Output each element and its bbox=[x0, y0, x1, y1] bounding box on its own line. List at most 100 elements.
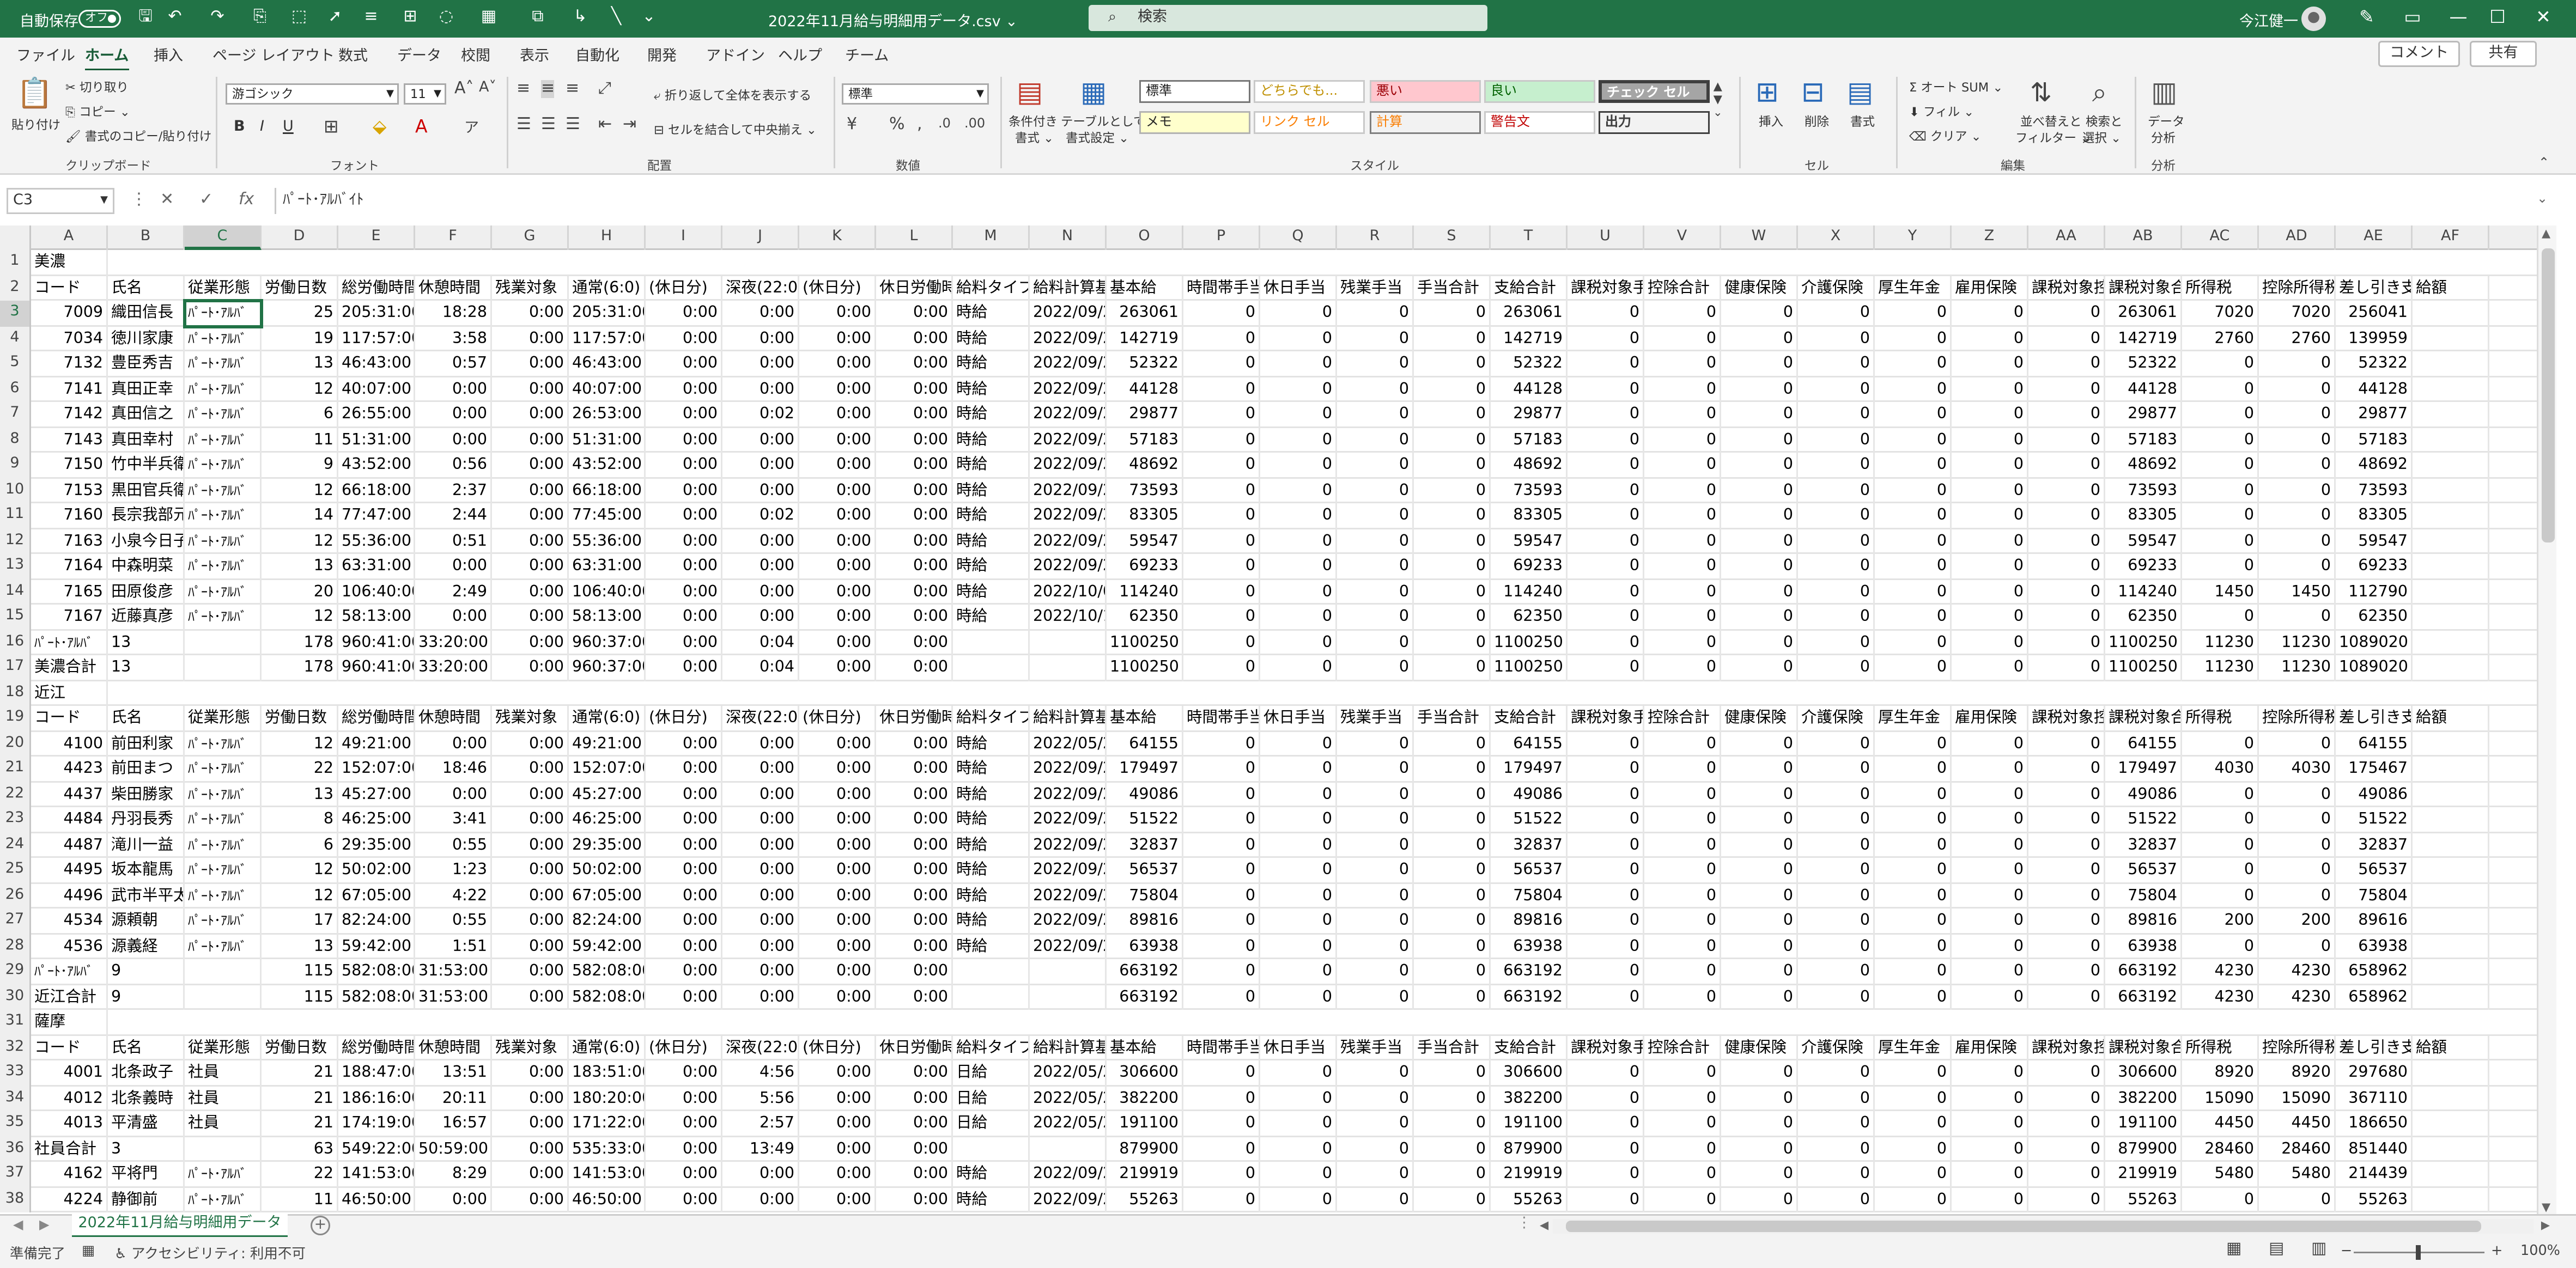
cell[interactable]: 56537 bbox=[2336, 858, 2413, 883]
cell[interactable]: 5:56 bbox=[722, 1086, 799, 1111]
analyze-data-icon[interactable]: ▥ bbox=[2151, 77, 2177, 109]
cell[interactable]: 51522 bbox=[2105, 807, 2182, 833]
cell[interactable]: 近江 bbox=[31, 680, 108, 706]
style-neutral[interactable]: どちらでも... bbox=[1254, 80, 1365, 103]
cell[interactable]: 0 bbox=[1798, 807, 1875, 833]
cell[interactable]: 労働日数 bbox=[262, 275, 338, 301]
column-header-a[interactable]: A bbox=[31, 225, 108, 250]
cell[interactable]: 0 bbox=[1337, 630, 1414, 655]
cell[interactable]: 竹中半兵衛 bbox=[108, 453, 185, 478]
cell[interactable]: 219919 bbox=[1491, 1162, 1568, 1187]
cell[interactable]: 83305 bbox=[1107, 503, 1183, 529]
select-icon[interactable]: ⬚ bbox=[288, 7, 311, 29]
cell[interactable]: 0 bbox=[1414, 1136, 1491, 1162]
row-header[interactable]: 23 bbox=[0, 807, 31, 833]
cell[interactable]: 支給合計 bbox=[1491, 1035, 1568, 1060]
cell[interactable]: 0 bbox=[2028, 605, 2105, 630]
style-output[interactable]: 出力 bbox=[1599, 111, 1710, 134]
cell[interactable]: 0 bbox=[1337, 909, 1414, 934]
cell[interactable]: 基本給 bbox=[1107, 706, 1183, 731]
cell[interactable]: 49086 bbox=[2105, 782, 2182, 807]
cell[interactable]: 0 bbox=[1568, 326, 1644, 351]
cell[interactable]: 0 bbox=[1721, 807, 1798, 833]
cell[interactable]: 0:56 bbox=[415, 453, 492, 478]
cell[interactable]: 0 bbox=[2028, 1162, 2105, 1187]
cell[interactable]: 0 bbox=[1952, 1187, 2028, 1212]
cell[interactable]: 0:00 bbox=[492, 605, 569, 630]
cell[interactable]: 0:00 bbox=[799, 934, 876, 959]
cell[interactable]: 0 bbox=[2182, 883, 2259, 909]
cell[interactable]: 0:00 bbox=[799, 453, 876, 478]
cell[interactable]: 4100 bbox=[31, 731, 108, 757]
cell[interactable]: 2022/05/2 bbox=[1030, 1086, 1107, 1111]
cell[interactable]: 0:00 bbox=[646, 301, 722, 326]
cell[interactable]: 武市半平太 bbox=[108, 883, 185, 909]
next-sheet-icon[interactable]: ▶ bbox=[39, 1217, 49, 1232]
cell[interactable]: 控除所得税 bbox=[2259, 1035, 2336, 1060]
cell[interactable] bbox=[2413, 1136, 2489, 1162]
cell[interactable]: 0:57 bbox=[415, 351, 492, 377]
cell[interactable]: 0 bbox=[2182, 427, 2259, 453]
cell[interactable]: 時給 bbox=[953, 909, 1030, 934]
cell[interactable]: 基本給 bbox=[1107, 1035, 1183, 1060]
cell[interactable]: 平将門 bbox=[108, 1162, 185, 1187]
cell[interactable]: 0 bbox=[1952, 453, 2028, 478]
cell[interactable]: 0 bbox=[1183, 427, 1260, 453]
cell[interactable]: 0 bbox=[1414, 655, 1491, 681]
cell[interactable]: 9 bbox=[262, 453, 338, 478]
cell[interactable]: 29:35:00 bbox=[338, 832, 415, 858]
wrap-text-button[interactable]: ⤶ 折り返して全体を表示する bbox=[654, 87, 811, 105]
autosave-toggle[interactable]: オフ bbox=[78, 10, 121, 28]
cell[interactable]: 時給 bbox=[953, 832, 1030, 858]
cell[interactable]: 7143 bbox=[31, 427, 108, 453]
cell[interactable]: 0 bbox=[1260, 478, 1337, 503]
cell[interactable]: 59547 bbox=[1491, 528, 1568, 554]
cell[interactable]: 労働日数 bbox=[262, 1035, 338, 1060]
cell[interactable]: 31:53:00 bbox=[415, 984, 492, 1010]
cell[interactable]: 0:00 bbox=[492, 832, 569, 858]
cell[interactable]: 59547 bbox=[1107, 528, 1183, 554]
cell[interactable]: 13 bbox=[262, 351, 338, 377]
horizontal-scrollbar[interactable]: ◀ ▶ bbox=[1540, 1219, 2550, 1234]
cell[interactable]: 0:00 bbox=[799, 858, 876, 883]
cell[interactable]: 0:00 bbox=[646, 326, 722, 351]
cell[interactable]: 20:11 bbox=[415, 1086, 492, 1111]
cell[interactable]: 時給 bbox=[953, 326, 1030, 351]
row-header[interactable]: 37 bbox=[0, 1162, 31, 1187]
cell[interactable]: 306600 bbox=[2105, 1060, 2182, 1086]
cell[interactable]: 近江合計 bbox=[31, 984, 108, 1010]
cell[interactable]: 11 bbox=[262, 427, 338, 453]
cell[interactable]: 0 bbox=[1875, 757, 1952, 782]
cell[interactable]: 0 bbox=[1798, 782, 1875, 807]
cell[interactable]: 960:37:00 bbox=[569, 655, 646, 681]
cell[interactable]: 0 bbox=[1337, 528, 1414, 554]
cell[interactable] bbox=[2413, 376, 2489, 402]
cell[interactable]: 57183 bbox=[1107, 427, 1183, 453]
cell[interactable]: 0:00 bbox=[722, 731, 799, 757]
cell[interactable]: 0 bbox=[1260, 402, 1337, 428]
cell[interactable]: 0 bbox=[1183, 351, 1260, 377]
cell[interactable]: 77:47:00 bbox=[338, 503, 415, 529]
cell[interactable]: 時間帯手当 bbox=[1183, 275, 1260, 301]
pen-icon[interactable]: ✎ bbox=[2350, 5, 2383, 31]
cell[interactable]: 0 bbox=[1798, 1162, 1875, 1187]
cell[interactable]: 0:00 bbox=[799, 1060, 876, 1086]
tab-automate[interactable]: 自動化 bbox=[575, 44, 619, 65]
cell[interactable]: 0 bbox=[1260, 1136, 1337, 1162]
cell[interactable]: 141:53:00 bbox=[569, 1162, 646, 1187]
cell[interactable]: 0:00 bbox=[646, 1086, 722, 1111]
cell[interactable]: 休日手当 bbox=[1260, 706, 1337, 731]
conditional-format-button[interactable]: 条件付き bbox=[1008, 113, 1058, 131]
cell[interactable] bbox=[2413, 984, 2489, 1010]
cell[interactable]: 0 bbox=[1644, 579, 1721, 605]
cell[interactable]: 0:00 bbox=[799, 630, 876, 655]
cell[interactable]: 0 bbox=[1644, 984, 1721, 1010]
row-header[interactable]: 31 bbox=[0, 1010, 31, 1035]
cell[interactable]: 0:00 bbox=[799, 605, 876, 630]
cell[interactable] bbox=[2413, 630, 2489, 655]
cell[interactable]: 0 bbox=[1183, 1111, 1260, 1137]
cell[interactable]: 0 bbox=[1721, 858, 1798, 883]
cell[interactable]: 0 bbox=[1183, 554, 1260, 580]
cell[interactable]: 0:00 bbox=[492, 376, 569, 402]
cell[interactable]: 0:00 bbox=[799, 883, 876, 909]
